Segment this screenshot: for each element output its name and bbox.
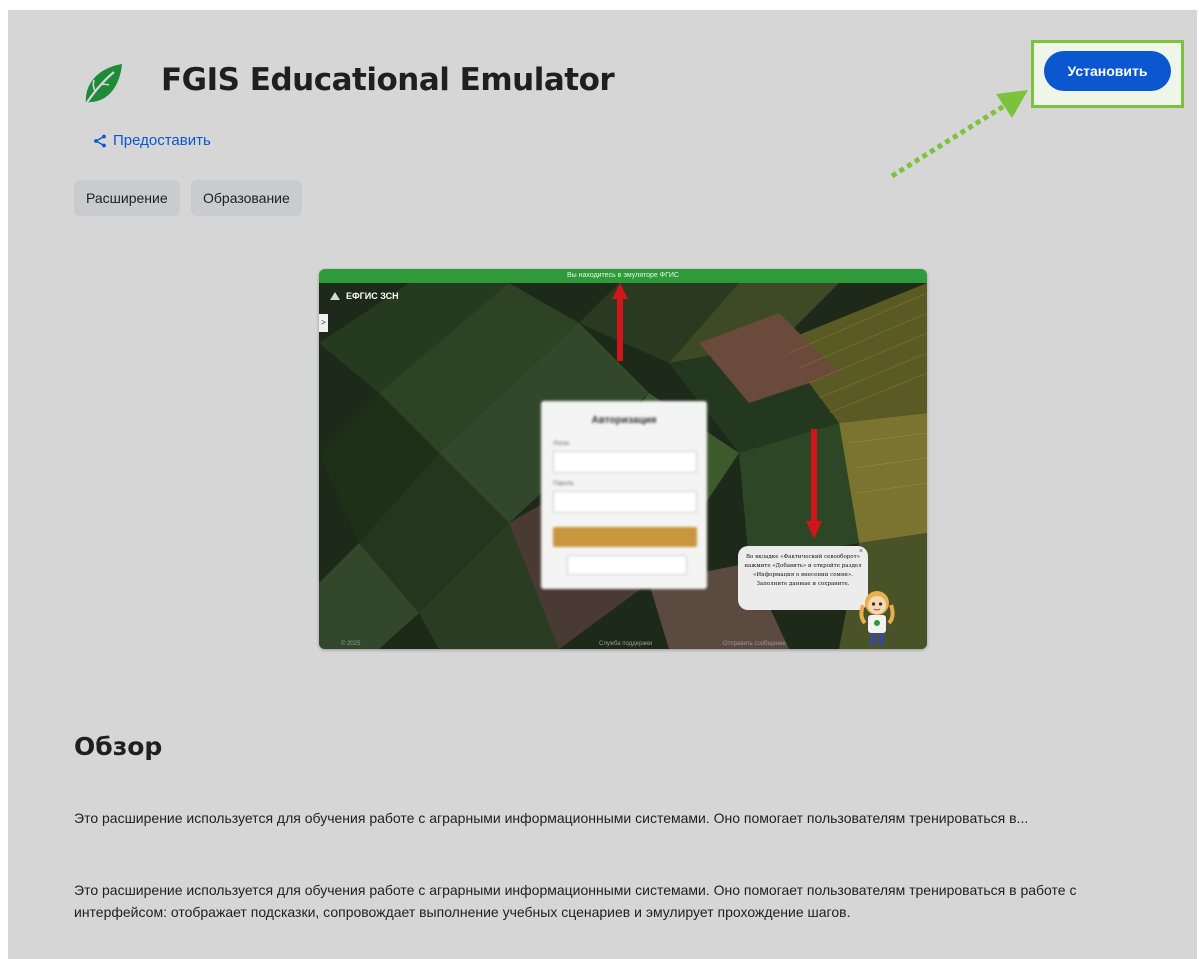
extension-detail-page: FGIS Educational Emulator Установить Пре… bbox=[8, 10, 1197, 959]
alt-login-button bbox=[567, 555, 687, 575]
red-arrow-down bbox=[806, 429, 822, 539]
overview-description: Это расширение используется для обучения… bbox=[74, 882, 1077, 920]
chip-category[interactable]: Расширение bbox=[74, 180, 180, 216]
emulator-banner: Вы находитесь в эмуляторе ФГИС bbox=[319, 269, 927, 283]
extension-title: FGIS Educational Emulator bbox=[161, 62, 615, 98]
login-button bbox=[553, 527, 697, 547]
chip-topic[interactable]: Образование bbox=[191, 180, 302, 216]
password-input bbox=[553, 491, 697, 513]
login-input bbox=[553, 451, 697, 473]
overview-heading: Обзор bbox=[74, 732, 163, 761]
hint-text: Во вкладке «Фактический севооборот» нажм… bbox=[744, 554, 862, 587]
login-title: Авторизация bbox=[591, 415, 657, 426]
overview-summary: Это расширение используется для обучения… bbox=[74, 810, 1029, 826]
preview-logo-text: ЕФГИС ЗСН bbox=[346, 291, 399, 301]
share-icon bbox=[94, 134, 106, 147]
sidebar-toggle: > bbox=[319, 314, 328, 332]
install-highlight: Установить bbox=[1031, 40, 1184, 108]
logo-icon bbox=[330, 292, 340, 300]
footer-copyright: © 2025 bbox=[341, 641, 361, 647]
share-link[interactable]: Предоставить bbox=[93, 132, 211, 149]
install-button[interactable]: Установить bbox=[1044, 51, 1171, 91]
share-label: Предоставить bbox=[113, 132, 211, 149]
footer-message: Отправить сообщение bbox=[723, 641, 786, 647]
preview-logo: ЕФГИС ЗСН bbox=[329, 291, 399, 301]
mascot-character bbox=[859, 591, 895, 645]
highlight-arrow bbox=[890, 90, 1028, 179]
login-label: Логин bbox=[553, 441, 570, 447]
hint-bubble: × Во вкладке «Фактический севооборот» на… bbox=[738, 546, 868, 610]
login-card: Авторизация Логин Пароль bbox=[541, 401, 707, 589]
leaf-icon bbox=[85, 64, 122, 105]
close-icon: × bbox=[858, 548, 863, 555]
preview-footer: © 2025 Служба поддержки Отправить сообще… bbox=[319, 641, 927, 649]
password-label: Пароль bbox=[553, 481, 574, 487]
screenshot-preview[interactable]: Вы находитесь в эмуляторе ФГИС ЕФГИС ЗСН… bbox=[319, 269, 927, 649]
red-arrow-up bbox=[612, 283, 628, 361]
footer-support: Служба поддержки bbox=[599, 641, 653, 647]
